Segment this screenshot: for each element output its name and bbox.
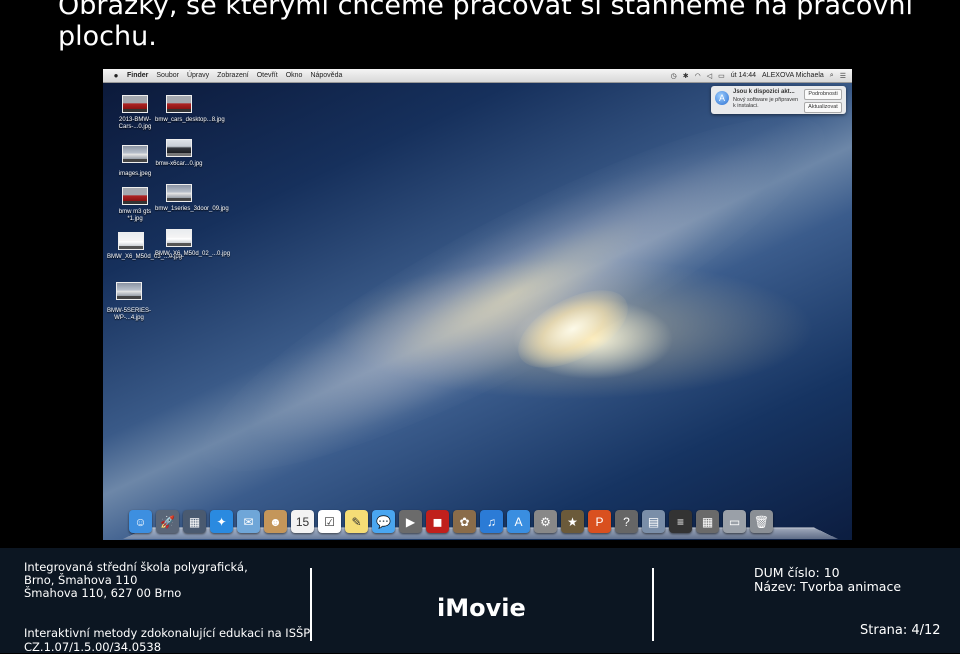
school-info: Integrovaná střední škola polygrafická, … (24, 561, 248, 600)
dock: ☺ 🚀 ▦ ✦ ✉ ☻ 15 ☑ ✎ 💬 ▶ ◼ ✿ ♫ A ⚙ ★ P? ▤ ≡ ▦ ▭ 🗑 (123, 501, 838, 539)
image-thumbnail (122, 187, 148, 205)
launchpad-icon[interactable]: 🚀 (156, 510, 179, 533)
desktop-file-bmw-x6-m50d-03[interactable]: BMW_X6_M50d_03_...0.jpg (107, 232, 183, 261)
documents-stack-icon[interactable]: ▭ (723, 510, 746, 533)
file-label: bmw-x6car...0.jpg (155, 161, 203, 167)
battery-icon[interactable]: ▭ (718, 72, 725, 80)
school-line-3: Šmahova 110, 627 00 Brno (24, 586, 182, 600)
image-thumbnail (122, 95, 148, 113)
finder-icon[interactable]: ☺ (129, 510, 152, 533)
wifi-icon[interactable]: ◠ (695, 72, 701, 80)
menubar-clock[interactable]: út 14:44 (731, 72, 756, 79)
dum-name: Název: Tvorba animace (754, 579, 902, 594)
volume-icon[interactable]: ◁ (707, 72, 712, 80)
imovie-icon[interactable]: ★ (561, 510, 584, 533)
project-line-2: CZ.1.07/1.5.00/34.0538 (24, 640, 162, 654)
app-store-update-icon: A (715, 91, 729, 105)
file-label: BMW_X6_M50d_02_...0.jpg (155, 251, 231, 257)
image-thumbnail (166, 184, 192, 202)
desktop-file-bmw-1series[interactable]: bmw_1series_3door_09.jpg (155, 184, 229, 213)
project-line-1: Interaktivní metody zdokonalující edukac… (24, 626, 311, 640)
notification-title: Jsou k dispozici akt... (733, 89, 795, 95)
desktop-file-bmw-cars-desktop[interactable]: bmw_cars_desktop...8.jpg (155, 95, 225, 124)
dum-number: DUM číslo: 10 (754, 565, 840, 580)
menu-upravy[interactable]: Úpravy (187, 72, 209, 79)
footer-center-title: iMovie (437, 594, 526, 622)
image-thumbnail (166, 139, 192, 157)
powerpoint-icon[interactable]: P (588, 510, 611, 533)
menu-soubor[interactable]: Soubor (156, 72, 179, 79)
preview-icon[interactable]: ▤ (642, 510, 665, 533)
system-preferences-icon[interactable]: ⚙ (534, 510, 557, 533)
menu-zobrazeni[interactable]: Zobrazení (217, 72, 249, 79)
messages-icon[interactable]: 💬 (372, 510, 395, 533)
photo-booth-icon[interactable]: ◼ (426, 510, 449, 533)
update-button[interactable]: Aktualizovat (804, 102, 842, 113)
menu-finder[interactable]: Finder (127, 72, 148, 79)
footer-divider-right (652, 568, 654, 641)
time-machine-icon[interactable]: ◷ (671, 72, 677, 80)
apple-icon[interactable]: ● (111, 71, 121, 81)
desktop-file-bmw-m3-gts[interactable]: bmw m3 gts *1.jpg (111, 187, 159, 223)
menu-okno[interactable]: Okno (286, 72, 303, 79)
trash-icon[interactable]: 🗑 (750, 510, 773, 533)
menu-napoveda[interactable]: Nápověda (310, 72, 342, 79)
calendar-icon[interactable]: 15 (291, 510, 314, 533)
menubar-user[interactable]: ALEXOVA Michaela (762, 72, 824, 79)
reminders-icon[interactable]: ☑ (318, 510, 341, 533)
desktop-file-2013-bmw[interactable]: 2013-BMW-Cars-...0.jpg (111, 95, 159, 131)
slide-title: Obrázky, se kterými chceme pracovat si s… (58, 0, 913, 52)
spotlight-icon[interactable]: ⌕ (830, 72, 834, 80)
notification-text: Nový software je připraven k instalaci. (733, 97, 799, 109)
help-icon[interactable]: ? (615, 510, 638, 533)
file-label: BMW_X6_M50d_03_...0.jpg (107, 254, 183, 260)
dum-info: DUM číslo: 10 Název: Tvorba animace (754, 566, 901, 594)
mail-icon[interactable]: ✉ (237, 510, 260, 533)
itunes-icon[interactable]: ♫ (480, 510, 503, 533)
terminal-icon[interactable]: ≡ (669, 510, 692, 533)
desktop-file-images[interactable]: images.jpeg (111, 145, 159, 178)
footer-divider-left (310, 568, 312, 641)
file-label: bmw_cars_desktop...8.jpg (155, 117, 225, 123)
page-number: Strana: 4/12 (860, 623, 941, 638)
file-label: bmw_1series_3door_09.jpg (155, 206, 229, 212)
notification-center-icon[interactable]: ☰ (840, 72, 846, 80)
software-update-notification[interactable]: A Jsou k dispozici akt... Nový software … (711, 86, 846, 114)
downloads-stack-icon[interactable]: ▦ (696, 510, 719, 533)
mission-control-icon[interactable]: ▦ (183, 510, 206, 533)
menubar: ● Finder Soubor Úpravy Zobrazení Otevřít… (103, 69, 852, 83)
image-thumbnail (118, 232, 144, 250)
details-button[interactable]: Podrobnosti (804, 89, 842, 100)
menu-otevrit[interactable]: Otevřít (257, 72, 278, 79)
image-thumbnail (166, 229, 192, 247)
app-store-icon[interactable]: A (507, 510, 530, 533)
notes-icon[interactable]: ✎ (345, 510, 368, 533)
file-label: BMW-5SERIES-WP-...4.jpg (107, 308, 151, 321)
desktop-file-bmw-5series[interactable]: BMW-5SERIES-WP-...4.jpg (105, 282, 153, 322)
iphoto-icon[interactable]: ✿ (453, 510, 476, 533)
image-thumbnail (122, 145, 148, 163)
image-thumbnail (166, 95, 192, 113)
dock-icons: ☺ 🚀 ▦ ✦ ✉ ☻ 15 ☑ ✎ 💬 ▶ ◼ ✿ ♫ A ⚙ ★ P? ▤ ≡ ▦ ▭ 🗑 (129, 510, 777, 533)
safari-icon[interactable]: ✦ (210, 510, 233, 533)
image-thumbnail (116, 282, 142, 300)
slide-footer: Integrovaná střední škola polygrafická, … (0, 548, 960, 654)
file-label: 2013-BMW-Cars-...0.jpg (118, 117, 152, 130)
desktop-file-bmw-x6-m50d-02[interactable]: BMW_X6_M50d_02_...0.jpg (155, 229, 231, 258)
project-info: Interaktivní metody zdokonalující edukac… (24, 626, 310, 654)
galaxy-wallpaper (168, 69, 852, 525)
mac-desktop-screenshot: ● Finder Soubor Úpravy Zobrazení Otevřít… (103, 69, 852, 540)
desktop-file-bmw-x6car[interactable]: bmw-x6car...0.jpg (155, 139, 203, 168)
contacts-icon[interactable]: ☻ (264, 510, 287, 533)
facetime-icon[interactable]: ▶ (399, 510, 422, 533)
bluetooth-icon[interactable]: ✱ (683, 72, 689, 80)
file-label: bmw m3 gts *1.jpg (118, 209, 152, 222)
file-label: images.jpeg (118, 171, 152, 177)
